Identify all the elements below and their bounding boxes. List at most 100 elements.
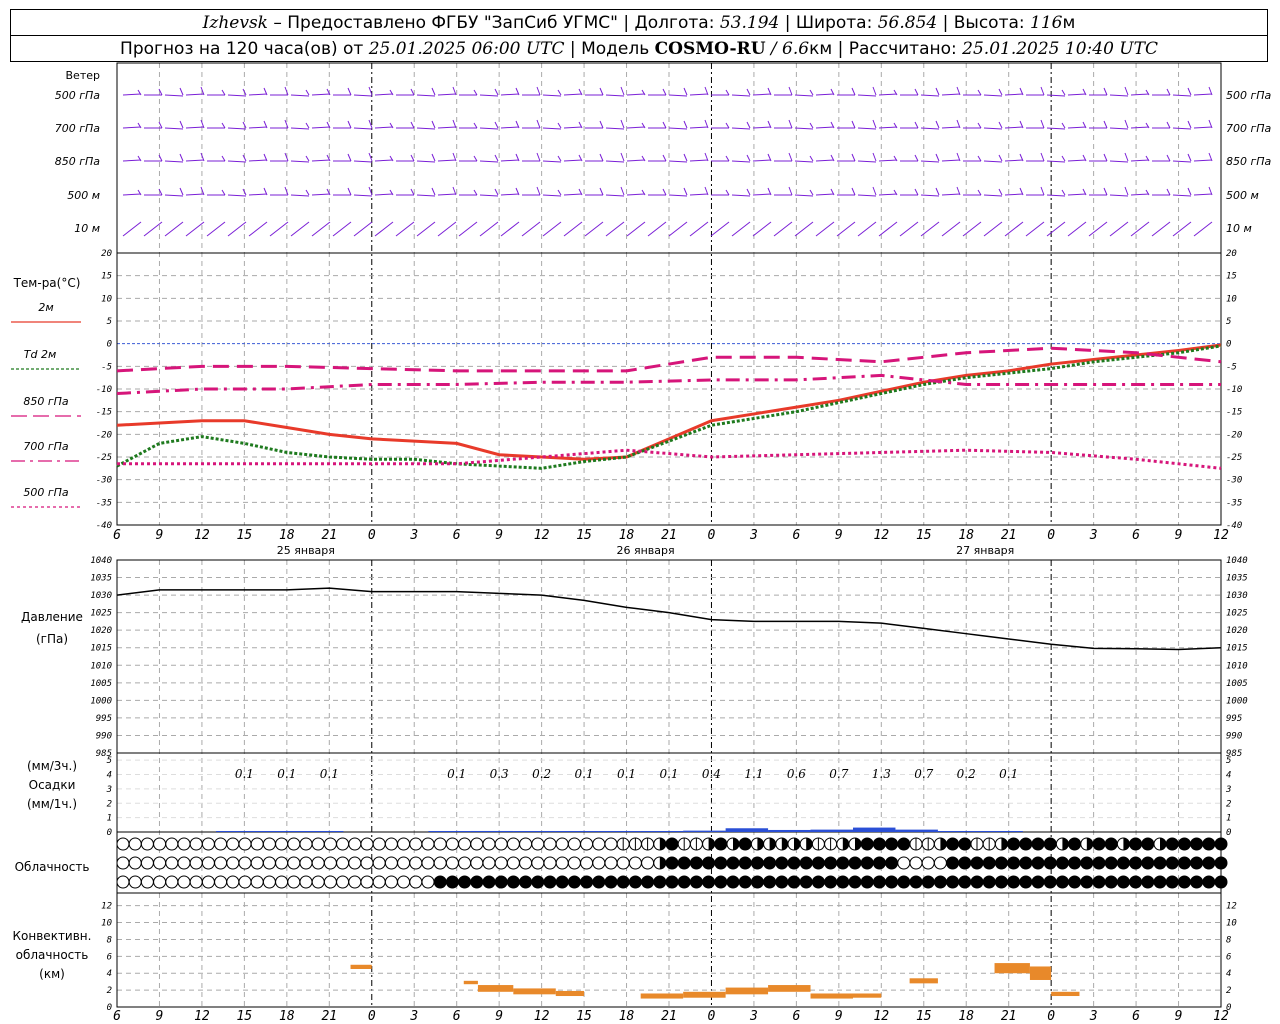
cloud-overcast-symbol bbox=[1190, 837, 1204, 851]
wind-barb-flag bbox=[809, 189, 814, 196]
cloud-overcast-symbol bbox=[1129, 875, 1143, 889]
wind-barb-flag bbox=[1166, 121, 1171, 129]
cloud-symbol bbox=[519, 837, 533, 851]
x-tick: 0 bbox=[708, 1009, 716, 1024]
wind-barb-flag bbox=[998, 188, 1003, 196]
cloud-overcast-symbol bbox=[1116, 856, 1130, 870]
date-label: 25 января bbox=[277, 544, 335, 557]
x-tick: 9 bbox=[1175, 528, 1183, 543]
pressure-title: Давление bbox=[21, 610, 83, 624]
cloud-symbol bbox=[409, 856, 423, 870]
x-tick: 21 bbox=[321, 528, 337, 543]
wind-barb bbox=[248, 159, 268, 162]
cloud-overcast-symbol bbox=[1177, 875, 1191, 889]
cloud-overcast-symbol bbox=[750, 875, 764, 889]
conv-tick-left: 8 bbox=[107, 935, 112, 945]
cloud-overcast-symbol bbox=[1092, 837, 1106, 851]
precip-tick-left: 1 bbox=[107, 814, 112, 824]
cloud-overcast-symbol bbox=[494, 875, 508, 889]
wind-barb-flag bbox=[1061, 189, 1066, 196]
wind-barb bbox=[668, 221, 688, 237]
wind-barb-flag bbox=[746, 88, 751, 96]
wind-barb-flag bbox=[1166, 88, 1171, 96]
meteogram: Ветер 500 гПа 500 гПа 700 гПа 700 гПа 850 гП… bbox=[11, 62, 1272, 1024]
wind-barb bbox=[248, 193, 268, 196]
x-tick: 0 bbox=[1047, 528, 1055, 543]
cloud-symbol bbox=[384, 875, 398, 889]
x-tick: 21 bbox=[1001, 528, 1017, 543]
cloud-symbol bbox=[226, 856, 240, 870]
cloud-overcast-symbol bbox=[897, 837, 911, 851]
wind-barb bbox=[122, 126, 142, 129]
cloud-symbol bbox=[458, 856, 472, 870]
wind-barb-flag bbox=[557, 155, 562, 162]
conv-tick-left: 2 bbox=[107, 986, 112, 996]
cloud-overcast-symbol bbox=[458, 875, 472, 889]
wind-barb bbox=[437, 159, 457, 162]
wind-barb bbox=[290, 94, 310, 97]
cloud-overcast-symbol bbox=[1104, 875, 1118, 889]
wind-barb bbox=[311, 126, 331, 129]
wind-barb bbox=[962, 221, 982, 237]
cloud-overcast-symbol bbox=[702, 856, 716, 870]
wind-barb bbox=[731, 194, 751, 197]
x-tick: 0 bbox=[708, 528, 716, 543]
cloud-symbol bbox=[140, 837, 154, 851]
wind-barb bbox=[605, 194, 625, 197]
wind-barb bbox=[1109, 127, 1129, 130]
precip-bar bbox=[301, 831, 344, 832]
cloud-symbols bbox=[116, 837, 1228, 889]
wind-barb-flag bbox=[1061, 155, 1066, 162]
precip-bar bbox=[555, 831, 599, 832]
wind-barb-flag bbox=[473, 189, 478, 196]
wind-barb-flag bbox=[851, 120, 856, 129]
wind-barb-flag bbox=[998, 154, 1003, 162]
wind-barb-flag bbox=[620, 86, 625, 96]
wind-barb bbox=[1193, 159, 1213, 162]
wind-barb bbox=[374, 126, 394, 129]
cloud-symbol bbox=[482, 837, 496, 851]
wind-barb bbox=[500, 93, 520, 96]
wind-barb bbox=[437, 193, 457, 196]
pressure-tick-right: 995 bbox=[1226, 714, 1242, 724]
cloud-half-symbol bbox=[733, 838, 739, 850]
wind-barb-flag bbox=[662, 188, 667, 196]
wind-barb bbox=[563, 159, 583, 162]
conv-bar bbox=[640, 993, 684, 999]
wind-barb bbox=[857, 127, 877, 130]
x-tick: 9 bbox=[1175, 1009, 1183, 1024]
cloud-symbol bbox=[128, 856, 142, 870]
cloud-overcast-symbol bbox=[1177, 856, 1191, 870]
pressure-tick-left: 990 bbox=[96, 731, 112, 741]
conv-tick-left: 6 bbox=[107, 952, 112, 962]
cloud-overcast-symbol bbox=[689, 875, 703, 889]
x-tick: 9 bbox=[835, 1009, 843, 1024]
cloud-symbol bbox=[897, 856, 911, 870]
wind-barb-flag bbox=[536, 152, 541, 162]
legend-label: 2м bbox=[38, 301, 53, 314]
wind-barb-flag bbox=[1124, 186, 1129, 196]
temp-tick-left: -10 bbox=[96, 385, 112, 395]
x-tick: 6 bbox=[792, 1009, 800, 1024]
temp-tick-left: 15 bbox=[101, 272, 112, 282]
wind-barb bbox=[941, 159, 961, 162]
wind-barb-flag bbox=[473, 122, 478, 129]
wind-barb bbox=[185, 159, 205, 162]
wind-barb-flag bbox=[557, 189, 562, 196]
wind-level-label-right: 500 м bbox=[1226, 189, 1259, 202]
conv-bars bbox=[350, 963, 1080, 999]
conv-bar bbox=[768, 985, 811, 992]
cloud-symbol bbox=[177, 875, 191, 889]
wind-barb bbox=[353, 127, 373, 130]
wind-barb-flag bbox=[851, 153, 856, 162]
wind-barb bbox=[1193, 193, 1213, 196]
cloud-symbol bbox=[299, 856, 313, 870]
cloud-overcast-symbol bbox=[824, 875, 838, 889]
wind-barb bbox=[752, 221, 772, 237]
wind-barb bbox=[206, 221, 226, 237]
cloud-half-symbol bbox=[806, 838, 813, 850]
cloud-symbol bbox=[384, 837, 398, 851]
wind-barb-flag bbox=[1103, 187, 1108, 196]
wind-barb-flag bbox=[221, 189, 226, 196]
cloud-symbol bbox=[189, 837, 203, 851]
